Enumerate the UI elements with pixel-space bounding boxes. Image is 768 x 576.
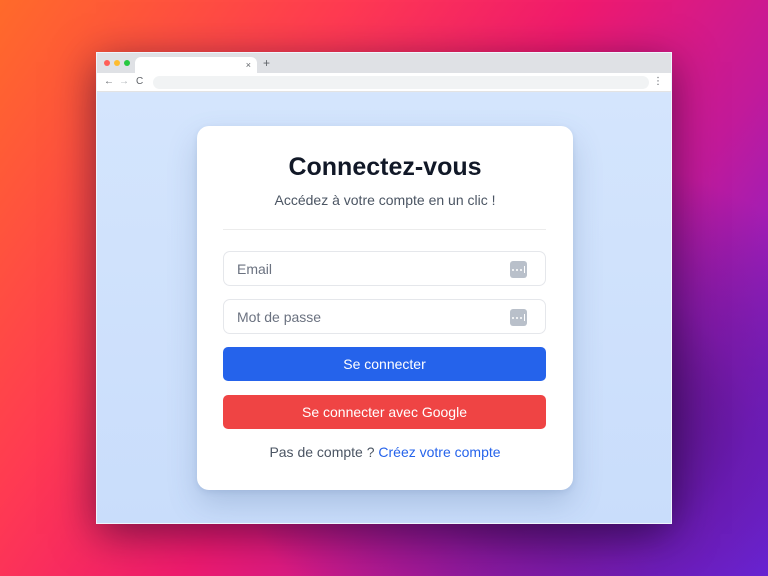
tab-bar: × + [97,53,671,73]
minimize-window-icon[interactable] [114,60,120,66]
google-login-button[interactable]: Se connecter avec Google [223,395,546,429]
signup-prompt: Pas de compte ? Créez votre compte [197,444,573,460]
browser-window: × + ← → C ⋮ Connectez-vous Accédez à vot… [96,52,672,524]
page-viewport: Connectez-vous Accédez à votre compte en… [97,93,671,523]
password-field[interactable] [223,299,546,334]
close-window-icon[interactable] [104,60,110,66]
browser-toolbar: ← → C ⋮ [97,73,671,92]
browser-menu-icon[interactable]: ⋮ [653,76,663,88]
browser-tab[interactable]: × [135,57,257,73]
login-button[interactable]: Se connecter [223,347,546,381]
address-bar[interactable] [153,76,649,89]
create-account-link[interactable]: Créez votre compte [378,444,500,460]
new-tab-icon[interactable]: + [263,56,270,70]
divider [223,229,546,230]
page-subtitle: Accédez à votre compte en un clic ! [274,192,496,208]
window-controls [104,60,130,66]
email-input[interactable] [224,252,545,285]
back-icon[interactable]: ← [104,76,114,88]
login-card: Connectez-vous Accédez à votre compte en… [197,126,573,490]
reload-icon[interactable]: C [136,76,143,88]
no-account-text: Pas de compte ? [269,444,375,460]
password-manager-icon[interactable] [510,309,527,326]
maximize-window-icon[interactable] [124,60,130,66]
page-title: Connectez-vous [288,153,482,181]
forward-icon[interactable]: → [119,76,129,88]
password-manager-icon[interactable] [510,261,527,278]
close-tab-icon[interactable]: × [246,58,251,72]
password-input[interactable] [224,300,545,333]
email-field[interactable] [223,251,546,286]
